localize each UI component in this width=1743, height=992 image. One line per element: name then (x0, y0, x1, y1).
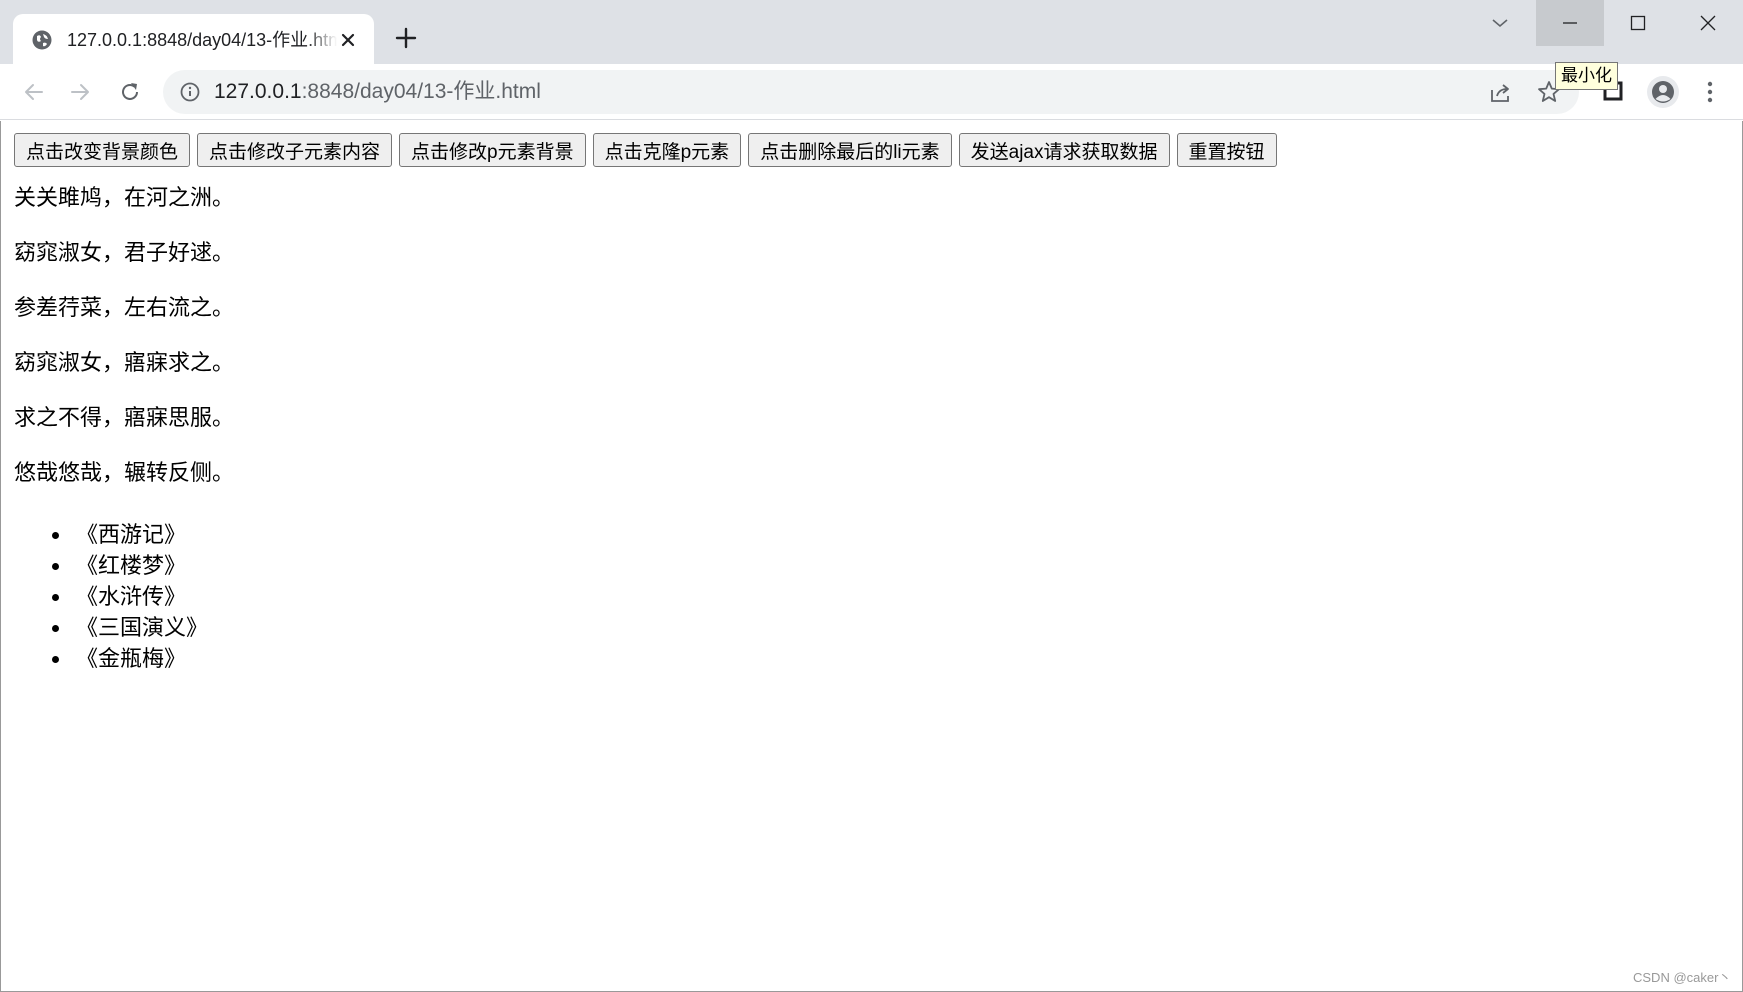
reload-button[interactable] (114, 76, 146, 108)
modify-children-content-button[interactable]: 点击修改子元素内容 (197, 133, 393, 167)
back-button[interactable] (18, 76, 50, 108)
poem-line: 窈窕淑女，君子好逑。 (14, 240, 235, 265)
person-icon (1652, 81, 1674, 103)
delete-last-li-button[interactable]: 点击删除最后的li元素 (748, 133, 952, 167)
maximize-button[interactable] (1604, 0, 1672, 46)
back-arrow-icon (25, 84, 43, 100)
maximize-icon (1630, 15, 1646, 31)
share-icon[interactable] (1488, 80, 1514, 106)
browser-toolbar: 127.0.0.1:8848/day04/13-作业.html (0, 64, 1743, 120)
more-menu-icon[interactable] (1698, 76, 1722, 108)
watermark: CSDN @caker丶 (1633, 970, 1732, 985)
forward-button[interactable] (64, 76, 96, 108)
list-item: 《金瓶梅》 (50, 643, 208, 674)
reset-button[interactable]: 重置按钮 (1176, 133, 1277, 167)
poem-line: 悠哉悠哉，辗转反侧。 (14, 460, 235, 485)
close-icon (1700, 15, 1715, 31)
poem-line: 求之不得，寤寐思服。 (14, 405, 235, 430)
list-item: 《西游记》 (50, 519, 208, 550)
forward-arrow-icon (71, 84, 89, 100)
change-bg-color-button[interactable]: 点击改变背景颜色 (14, 133, 191, 167)
poem-line: 窈窕淑女，寤寐求之。 (14, 350, 235, 375)
browser-tab[interactable]: 127.0.0.1:8848/day04/13-作业.html (13, 14, 374, 65)
page-content: 点击改变背景颜色 点击修改子元素内容 点击修改p元素背景 点击克隆p元素 点击删… (0, 121, 1743, 992)
info-icon[interactable] (179, 81, 201, 103)
minimize-icon (1563, 22, 1577, 24)
book-list: 《西游记》 《红楼梦》 《水浒传》 《三国演义》 《金瓶梅》 (50, 519, 208, 674)
globe-icon (32, 30, 52, 50)
tab-close-icon[interactable] (337, 29, 359, 51)
chevron-down-icon (1492, 19, 1508, 28)
tab-title: 127.0.0.1:8848/day04/13-作业.html (67, 28, 337, 52)
button-row: 点击改变背景颜色 点击修改子元素内容 点击修改p元素背景 点击克隆p元素 点击删… (14, 133, 1277, 167)
profile-avatar[interactable] (1647, 76, 1679, 108)
clone-p-button[interactable]: 点击克隆p元素 (592, 133, 742, 167)
poem-line: 关关雎鸠，在河之洲。 (14, 185, 235, 210)
url-text[interactable]: 127.0.0.1:8848/day04/13-作业.html (214, 79, 541, 105)
reload-icon (122, 83, 138, 100)
tab-search-button[interactable] (1466, 0, 1534, 46)
list-item: 《水浒传》 (50, 581, 208, 612)
modify-p-bg-button[interactable]: 点击修改p元素背景 (399, 133, 586, 167)
list-item: 《红楼梦》 (50, 550, 208, 581)
url-path: :8848/day04/13-作业.html (301, 80, 541, 103)
send-ajax-button[interactable]: 发送ajax请求获取数据 (958, 133, 1170, 167)
title-bar: 127.0.0.1:8848/day04/13-作业.html (0, 0, 1743, 65)
poem: 关关雎鸠，在河之洲。 窈窕淑女，君子好逑。 参差荇菜，左右流之。 窈窕淑女，寤寐… (14, 183, 234, 513)
close-window-button[interactable] (1672, 0, 1743, 46)
url-host: 127.0.0.1 (214, 80, 302, 103)
address-bar[interactable]: 127.0.0.1:8848/day04/13-作业.html (163, 70, 1579, 114)
poem-line: 参差荇菜，左右流之。 (14, 295, 235, 320)
new-tab-plus-icon[interactable] (392, 24, 420, 52)
list-item: 《三国演义》 (50, 612, 208, 643)
minimize-button[interactable] (1536, 0, 1604, 46)
minimize-tooltip: 最小化 (1555, 62, 1618, 90)
